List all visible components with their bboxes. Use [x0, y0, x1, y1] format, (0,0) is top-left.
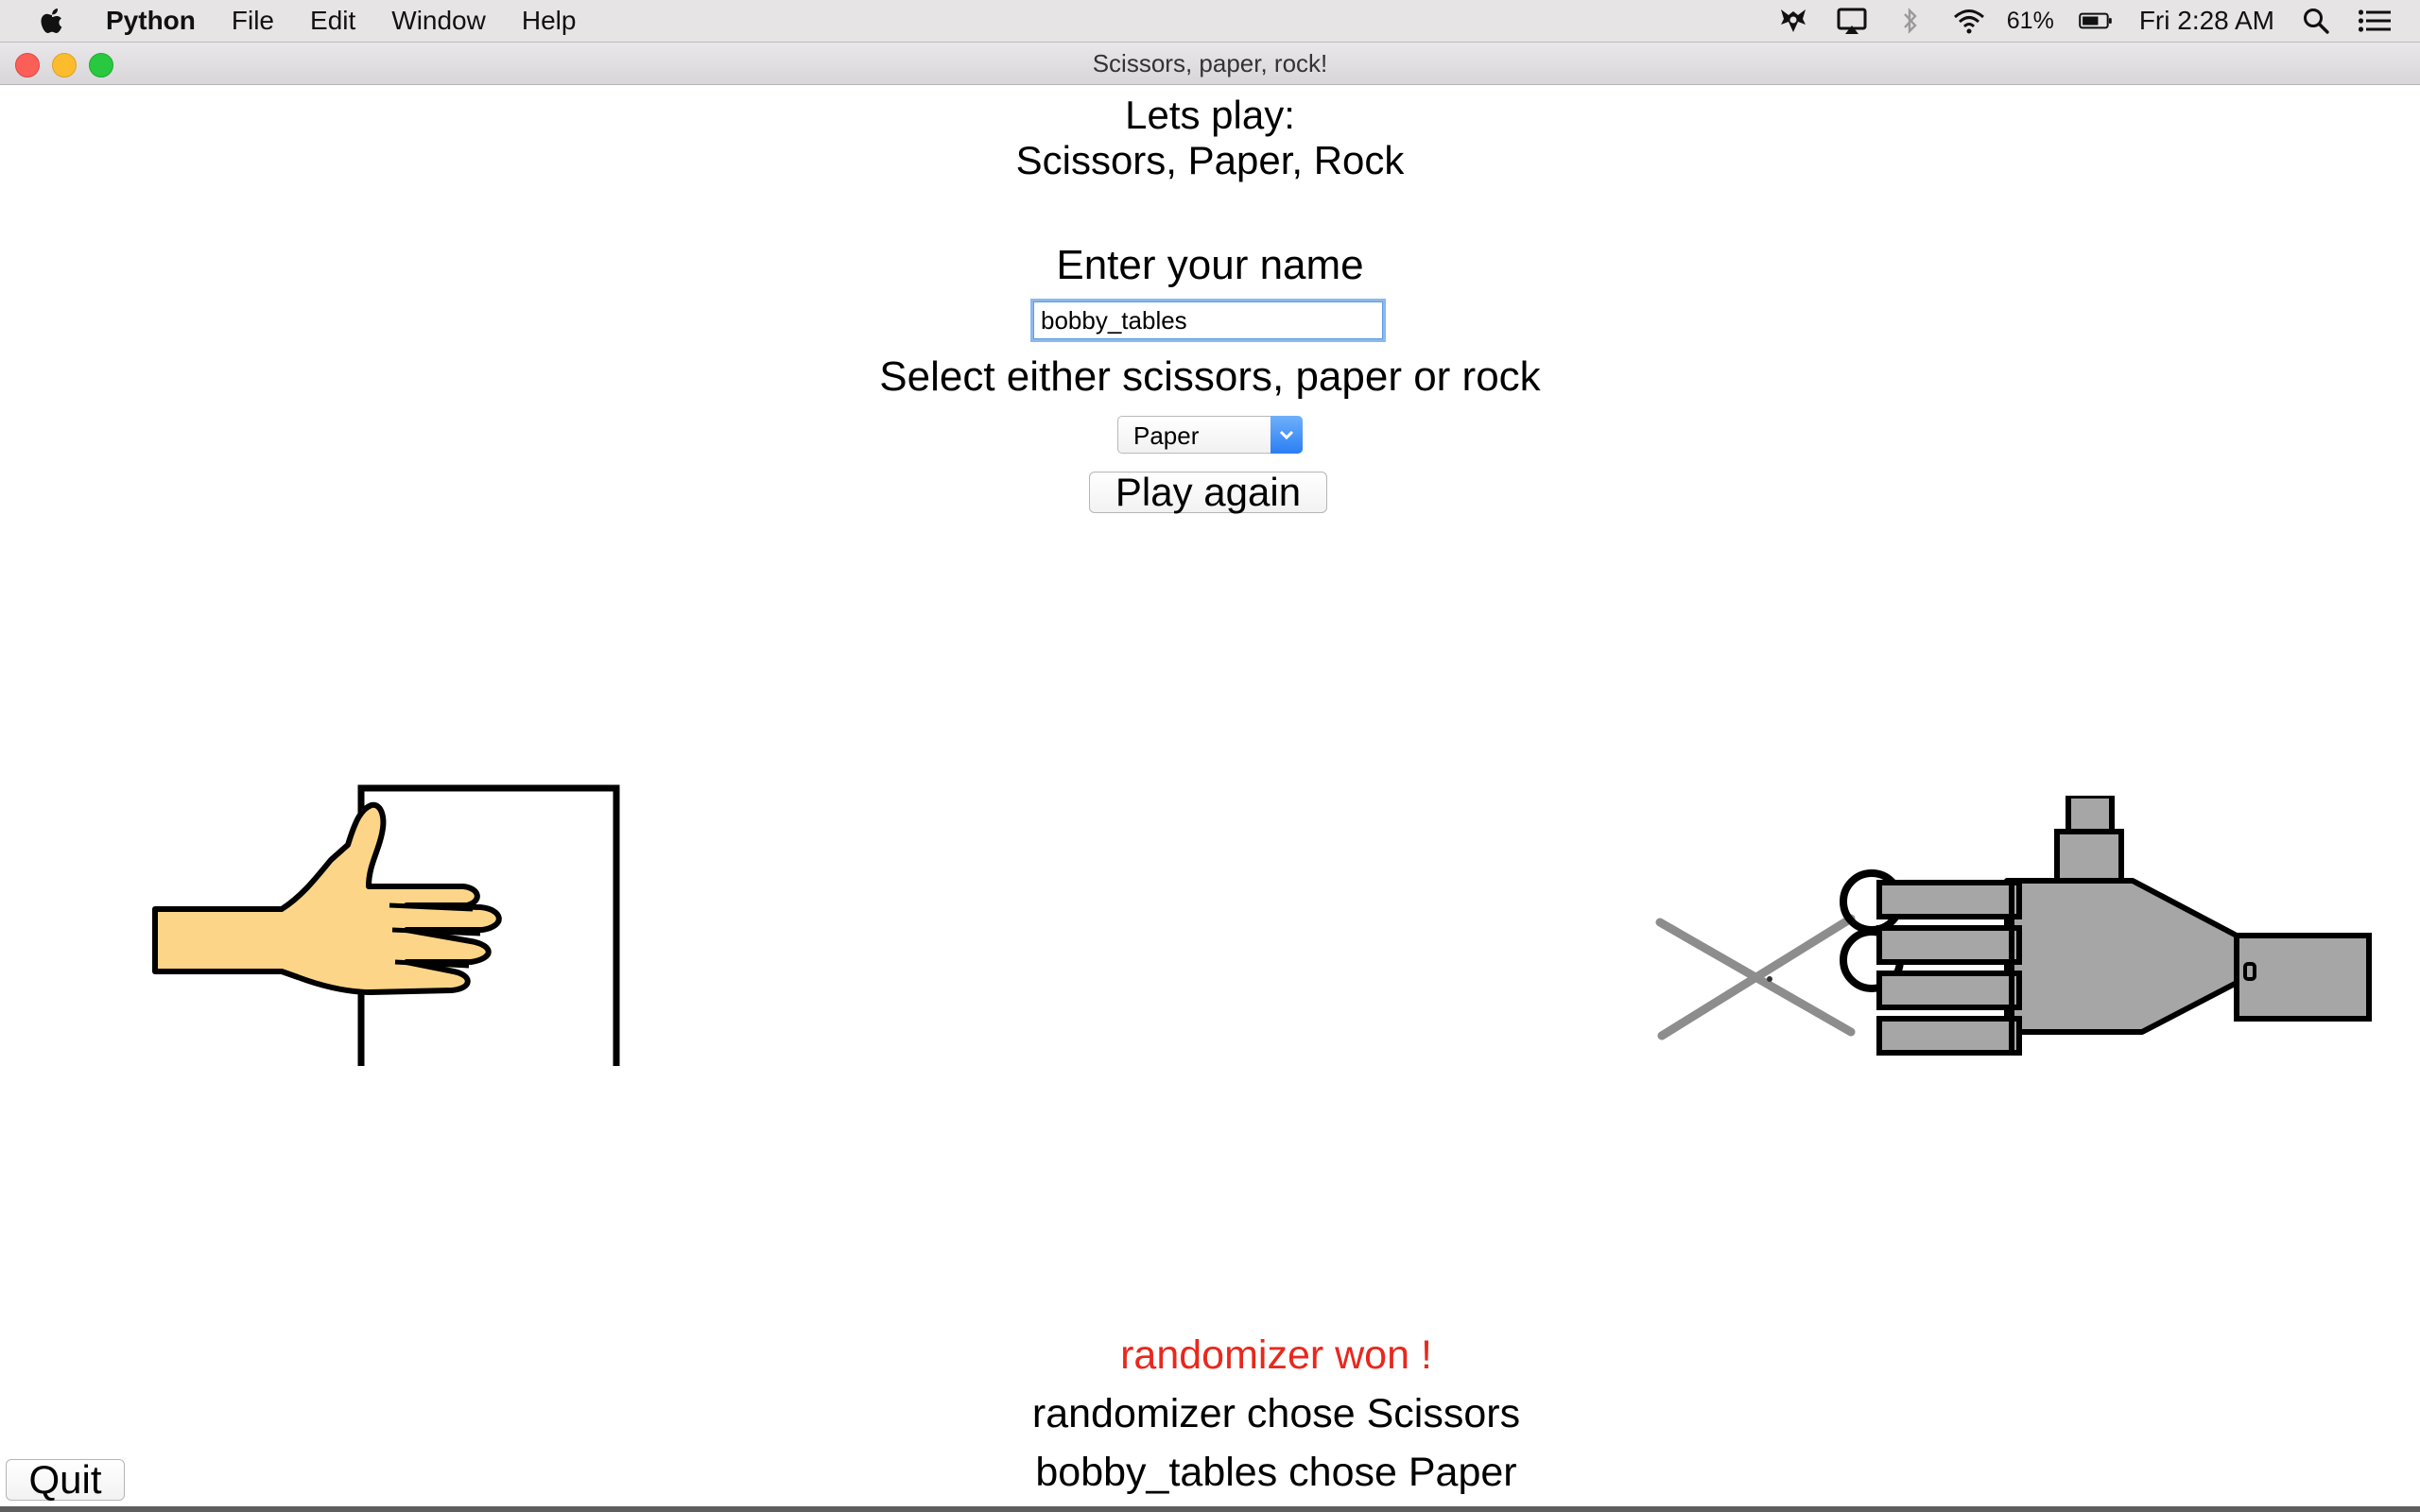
- result-winner: randomizer won !: [1120, 1332, 1432, 1378]
- menu-app-python[interactable]: Python: [106, 0, 196, 42]
- app-tray-icon[interactable]: [1776, 5, 1810, 37]
- heading-lets-play: Lets play:: [1125, 93, 1295, 137]
- choice-select[interactable]: Paper: [1117, 416, 1303, 454]
- choice-select-value: Paper: [1133, 421, 1200, 450]
- spotlight-icon[interactable]: [2299, 5, 2333, 37]
- window-bottom-edge: [0, 1506, 2420, 1512]
- result-computer-choice: randomizer chose Scissors: [1031, 1391, 1521, 1436]
- name-input[interactable]: [1030, 299, 1386, 342]
- notification-center-icon[interactable]: [2358, 5, 2392, 37]
- menu-bar: Python File Edit Window Help 61% Fri 2:2…: [0, 0, 2420, 43]
- choice-label: Select either scissors, paper or rock: [879, 353, 1541, 400]
- scissors-robot-hand-image: [1655, 796, 2372, 1056]
- chevron-down-icon[interactable]: [1270, 416, 1303, 454]
- window-minimize-button[interactable]: [52, 53, 77, 77]
- heading-game-name: Scissors, Paper, Rock: [1015, 138, 1405, 182]
- menu-window[interactable]: Window: [391, 0, 486, 42]
- bluetooth-icon[interactable]: [1893, 5, 1927, 37]
- wifi-icon[interactable]: [1952, 5, 1986, 37]
- battery-icon[interactable]: [2079, 5, 2113, 37]
- menu-edit[interactable]: Edit: [310, 0, 355, 42]
- menu-help[interactable]: Help: [522, 0, 577, 42]
- game-window-content: Lets play: Scissors, Paper, Rock Enter y…: [0, 85, 2420, 1512]
- apple-icon[interactable]: [36, 5, 68, 37]
- battery-percent: 61%: [2006, 7, 2054, 34]
- window-zoom-button[interactable]: [89, 53, 113, 77]
- play-again-button[interactable]: Play again: [1089, 472, 1327, 513]
- window-title: Scissors, paper, rock!: [1092, 49, 1328, 77]
- window-close-button[interactable]: [15, 53, 40, 77]
- window-titlebar[interactable]: Scissors, paper, rock!: [0, 43, 2420, 85]
- name-label: Enter your name: [1056, 242, 1364, 288]
- quit-button[interactable]: Quit: [6, 1459, 125, 1501]
- result-player-choice: bobby_tables chose Paper: [1035, 1450, 1517, 1495]
- airplay-icon[interactable]: [1835, 5, 1869, 37]
- menubar-clock[interactable]: Fri 2:28 AM: [2139, 6, 2274, 36]
- menu-file[interactable]: File: [232, 0, 274, 42]
- paper-hand-image: [152, 784, 620, 1066]
